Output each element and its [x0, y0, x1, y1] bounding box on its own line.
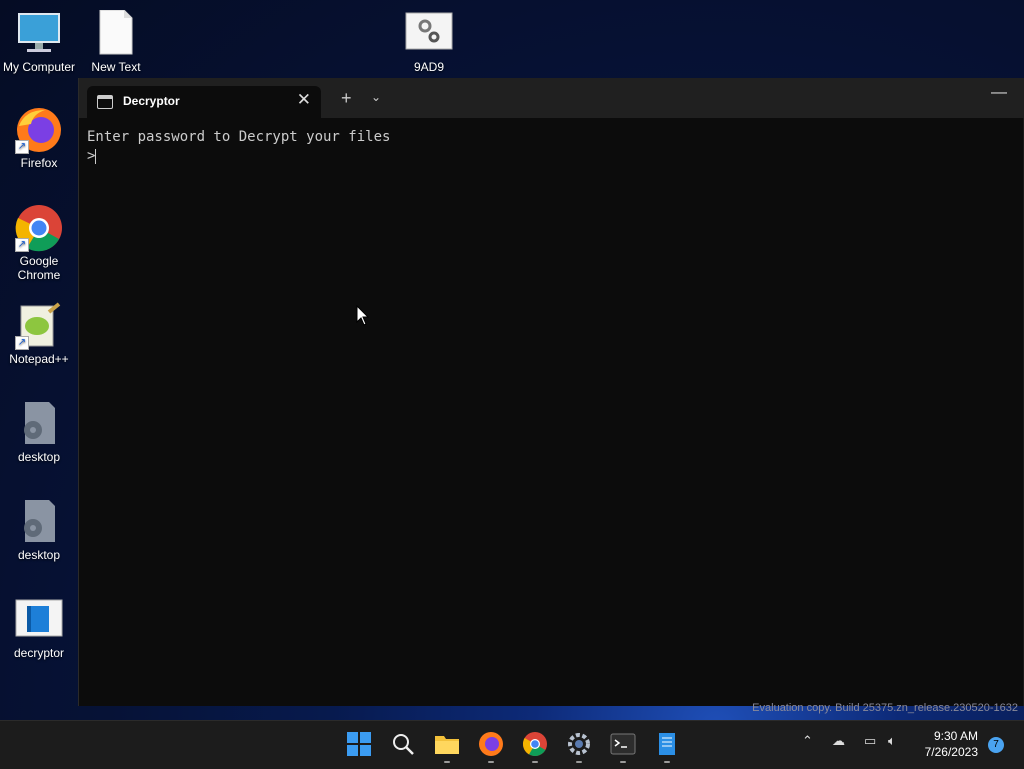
- settings-file-icon: [15, 498, 63, 546]
- text-file-icon: [92, 9, 140, 58]
- terminal-output[interactable]: Enter password to Decrypt your files >: [79, 118, 1024, 176]
- taskbar: ⌃ ☁ ▭ 🔈︎ 9:30 AM 7/26/2023 7: [0, 720, 1024, 769]
- settings-file-icon: [15, 400, 63, 448]
- clock-date: 7/26/2023: [924, 745, 978, 759]
- terminal-line: Enter password to Decrypt your files: [87, 129, 391, 145]
- notepadpp-icon: ↗: [15, 302, 63, 350]
- icon-label: Google Chrome: [17, 254, 61, 282]
- settings-file-icon: [405, 10, 453, 58]
- terminal-prompt-line[interactable]: >: [87, 147, 1017, 166]
- tab-dropdown-button[interactable]: ⌄: [371, 90, 381, 104]
- icon-label: decryptor: [13, 646, 65, 660]
- desktop-icon-my-computer[interactable]: My Computer: [0, 10, 78, 74]
- close-tab-button[interactable]: ✕: [297, 90, 311, 110]
- tab-title: Decryptor: [123, 94, 180, 108]
- terminal-window[interactable]: Decryptor ✕ + ⌄ — Enter password to Decr…: [78, 78, 1024, 706]
- show-hidden-icons-chevron-icon[interactable]: ⌃: [802, 733, 813, 749]
- icon-label: My Computer: [2, 60, 76, 74]
- title-bar[interactable]: Decryptor ✕ + ⌄ —: [79, 78, 1024, 118]
- clock[interactable]: 9:30 AM 7/26/2023: [925, 728, 978, 760]
- notification-badge[interactable]: 7: [988, 737, 1004, 753]
- shortcut-arrow-icon: ↗: [15, 238, 29, 252]
- desktop-icon-desktop-1[interactable]: desktop: [0, 400, 78, 464]
- clock-time: 9:30 AM: [933, 729, 978, 743]
- monitor-icon: [15, 10, 63, 58]
- desktop-icon-notepadpp[interactable]: ↗ Notepad++: [0, 302, 78, 366]
- shortcut-arrow-icon: ↗: [15, 336, 29, 350]
- running-indicator: [532, 761, 538, 763]
- running-indicator: [664, 761, 670, 763]
- terminal-icon[interactable]: [610, 731, 636, 763]
- volume-icon[interactable]: 🔈︎: [888, 733, 896, 749]
- desktop-icon-chrome[interactable]: ↗ Google Chrome: [0, 204, 78, 282]
- running-indicator: [488, 761, 494, 763]
- executable-icon: [15, 596, 63, 644]
- shortcut-arrow-icon: ↗: [15, 140, 29, 154]
- settings-icon[interactable]: [566, 731, 592, 763]
- desktop-icon-firefox[interactable]: ↗ Firefox: [0, 106, 78, 170]
- desktop-icon-9ad9[interactable]: 9AD9: [390, 10, 468, 74]
- firefox-icon: ↗: [15, 106, 63, 154]
- evaluation-watermark: Evaluation copy. Build 25375.zn_release.…: [752, 702, 1018, 714]
- start-icon[interactable]: [346, 731, 372, 757]
- file-explorer-icon[interactable]: [434, 731, 460, 763]
- firefox-icon[interactable]: [478, 731, 504, 763]
- icon-label: New Text: [91, 60, 141, 74]
- running-indicator: [620, 761, 626, 763]
- icon-label: 9AD9: [413, 60, 445, 74]
- minimize-button[interactable]: —: [991, 84, 1007, 102]
- desktop-icon-decryptor[interactable]: decryptor: [0, 596, 78, 660]
- icon-label: Firefox: [20, 156, 58, 170]
- desktop-icon-desktop-2[interactable]: desktop: [0, 498, 78, 562]
- icon-label: desktop: [17, 450, 61, 464]
- console-icon: [97, 95, 113, 109]
- chrome-icon: ↗: [15, 204, 63, 252]
- icon-label: desktop: [17, 548, 61, 562]
- chrome-icon[interactable]: [522, 731, 548, 763]
- text-cursor: [95, 148, 97, 164]
- prompt-symbol: >: [87, 148, 96, 164]
- cloud-offline-icon[interactable]: ☁: [832, 733, 845, 749]
- running-indicator: [444, 761, 450, 763]
- running-indicator: [576, 761, 582, 763]
- icon-label: Notepad++: [9, 352, 69, 366]
- network-icon[interactable]: ▭: [864, 733, 876, 749]
- notepad-icon[interactable]: [654, 731, 680, 763]
- tab-decryptor[interactable]: Decryptor ✕: [87, 86, 321, 118]
- search-icon[interactable]: [390, 731, 416, 757]
- new-tab-button[interactable]: +: [341, 88, 352, 109]
- desktop-icon-new-text[interactable]: New Text: [77, 9, 155, 74]
